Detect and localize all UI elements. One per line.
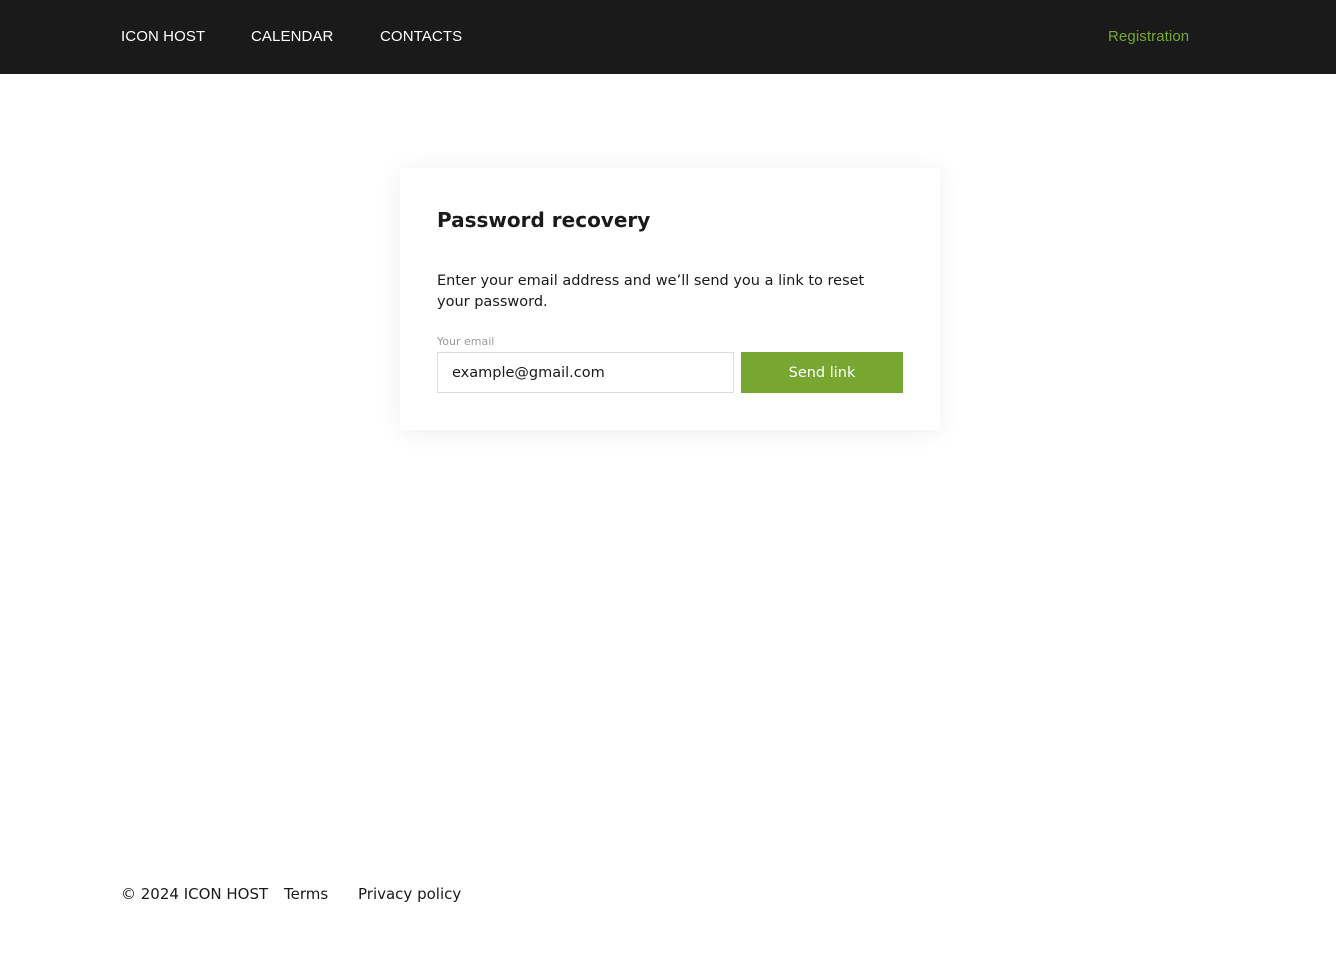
send-link-button[interactable]: Send link [741,352,903,393]
card-description: Enter your email address and we’ll send … [437,273,865,310]
nav-contacts-link[interactable]: CONTACTS [380,28,462,46]
privacy-policy-link[interactable]: Privacy policy [358,885,461,903]
email-input[interactable] [437,352,734,393]
email-field-label: Your email [437,335,495,348]
nav-calendar-link[interactable]: CALENDAR [251,28,334,46]
top-navigation-bar: ICON HOST CALENDAR CONTACTS Registration [0,0,1336,74]
password-recovery-card: Password recovery Enter your email addre… [400,168,940,430]
footer-copyright: © 2024 ICON HOST [121,885,269,903]
card-title: Password recovery [437,208,651,232]
brand-link[interactable]: ICON HOST [121,28,205,46]
registration-link[interactable]: Registration [1108,28,1189,46]
terms-link[interactable]: Terms [284,885,328,903]
